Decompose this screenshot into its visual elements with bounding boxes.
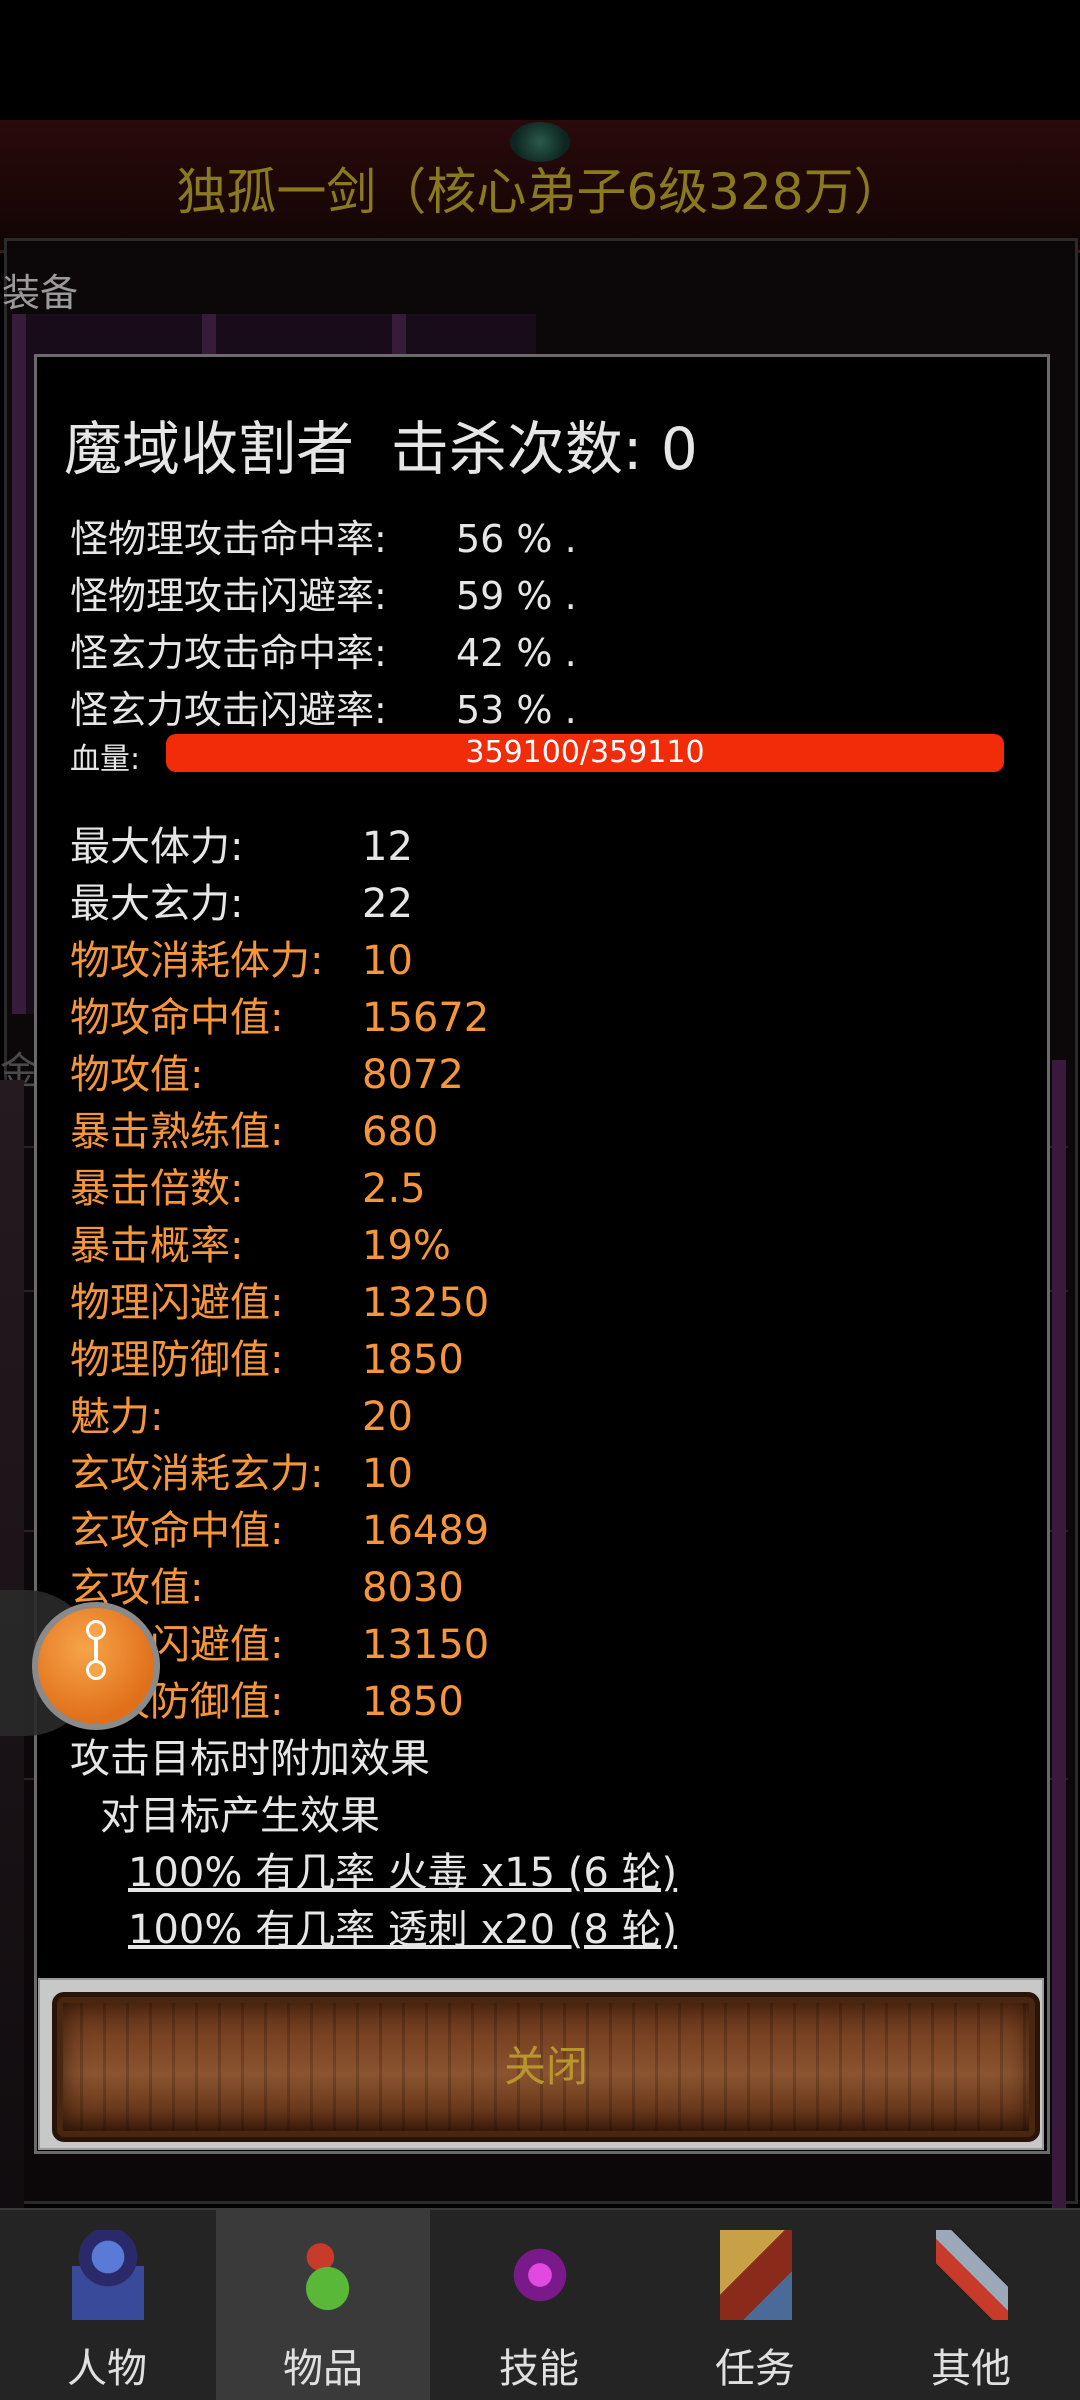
stat-row: 暴击熟练值: 680	[70, 1099, 438, 1157]
close-button-label: 关闭	[503, 2042, 588, 2091]
stat-value: 13250	[362, 1280, 490, 1326]
stat-label: 物理防御值:	[70, 1337, 284, 1383]
stat-value: 10	[362, 938, 413, 984]
stat-label: 魅力:	[70, 1394, 164, 1440]
stat-label: 暴击倍数:	[70, 1166, 244, 1212]
stat-label: 物攻值:	[70, 1052, 204, 1098]
stat-row: 最大体力: 12	[70, 814, 413, 872]
equipment-label: 装备	[2, 271, 79, 315]
stat-value: 8030	[362, 1565, 464, 1611]
stat-value: 680	[362, 1109, 439, 1155]
kill-count-label: 击杀次数:	[390, 415, 643, 483]
hp-value: 359100/359110	[465, 735, 705, 770]
hp-label: 血量:	[70, 742, 141, 777]
stat-label: 最大体力:	[70, 824, 244, 870]
kill-count: 0	[660, 415, 698, 483]
rate-label: 怪玄力攻击命中率:	[70, 631, 387, 675]
character-title: 独孤一剑（核心弟子6级328万）	[176, 163, 904, 221]
stat-row: 玄攻消耗玄力: 10	[70, 1441, 413, 1499]
stat-label: 暴击熟练值:	[70, 1109, 284, 1155]
stat-value: 10	[362, 1451, 413, 1497]
stat-value: 2.5	[362, 1166, 426, 1212]
hit-rate-row: 怪物理攻击命中率: 56 % .	[70, 508, 577, 563]
stat-label: 物理闪避值:	[70, 1280, 284, 1326]
nav-tab-label: 物品	[283, 2346, 363, 2392]
stat-label: 玄攻命中值:	[70, 1508, 284, 1554]
rate-value: 59 % .	[456, 574, 577, 618]
stat-label: 物攻消耗体力:	[70, 938, 324, 984]
stat-value: 22	[362, 881, 413, 927]
nav-tab-label: 任务	[715, 2346, 795, 2392]
effects-subtitle: 对目标产生效果	[100, 1793, 380, 1839]
stat-value: 13150	[362, 1622, 490, 1668]
stat-row: 玄攻命中值: 16489	[70, 1498, 489, 1556]
floating-dot-icon	[86, 1660, 106, 1680]
character-icon	[72, 2230, 144, 2320]
nav-tab-label: 其他	[931, 2346, 1011, 2392]
stat-value: 12	[362, 824, 413, 870]
nav-tab-character[interactable]: 人物	[0, 2208, 214, 2400]
nav-tab-label: 人物	[67, 2346, 147, 2392]
stat-row: 暴击概率: 19%	[70, 1213, 451, 1271]
stat-value: 1850	[362, 1679, 464, 1725]
stat-label: 最大玄力:	[70, 881, 244, 927]
stat-row: 物攻消耗体力: 10	[70, 928, 413, 986]
close-button[interactable]: 关闭	[52, 1992, 1040, 2142]
floating-dot-icon	[86, 1620, 106, 1640]
hit-rate-row: 怪玄力攻击命中率: 42 % .	[70, 622, 577, 677]
rate-value: 56 % .	[456, 517, 577, 561]
rate-value: 53 % .	[456, 688, 577, 732]
nav-tab-skills[interactable]: 技能	[432, 2208, 646, 2400]
stat-row: 最大玄力: 22	[70, 871, 413, 929]
skill-icon	[504, 2230, 576, 2320]
nav-tab-label: 技能	[499, 2346, 579, 2392]
nav-tab-other[interactable]: 其他	[864, 2208, 1078, 2400]
stat-row: 暴击倍数: 2.5	[70, 1156, 426, 1214]
monster-name: 魔域收割者	[64, 415, 355, 483]
stat-row: 物理闪避值: 13250	[70, 1270, 489, 1328]
rate-label: 怪物理攻击闪避率:	[70, 574, 387, 618]
effects-title: 攻击目标时附加效果	[70, 1736, 430, 1782]
stat-label: 玄攻消耗玄力:	[70, 1451, 324, 1497]
item-potion-icon	[288, 2230, 360, 2320]
effect-link-fire-poison[interactable]: 100% 有几率 火毒 x15 (6 轮)	[128, 1840, 677, 1898]
right-edge-decor	[1052, 1060, 1066, 2220]
stat-row: 魅力: 20	[70, 1384, 413, 1442]
stat-row: 物理防御值: 1850	[70, 1327, 464, 1385]
hp-bar: 359100/359110	[166, 734, 1004, 772]
rate-label: 怪玄力攻击闪避率:	[70, 688, 387, 732]
stat-value: 16489	[362, 1508, 490, 1554]
stat-value: 8072	[362, 1052, 464, 1098]
nav-tab-items[interactable]: 物品	[216, 2208, 430, 2400]
hit-rate-row: 怪玄力攻击闪避率: 53 % .	[70, 679, 577, 734]
stat-row: 物攻值: 8072	[70, 1042, 464, 1100]
rate-value: 42 % .	[456, 631, 577, 675]
stat-value: 20	[362, 1394, 413, 1440]
hit-rate-row: 怪物理攻击闪避率: 59 % .	[70, 565, 577, 620]
stat-value: 15672	[362, 995, 490, 1041]
stat-label: 暴击概率:	[70, 1223, 244, 1269]
effect-link-pierce[interactable]: 100% 有几率 透刺 x20 (8 轮)	[128, 1897, 677, 1955]
game-screen: 独孤一剑（核心弟子6级328万） 装备 金币 244 烈炎 魔域 割者 天圣 混…	[0, 0, 1080, 2400]
nav-tab-quests[interactable]: 任务	[648, 2208, 862, 2400]
stat-row: 物攻命中值: 15672	[70, 985, 489, 1043]
stat-label: 物攻命中值:	[70, 995, 284, 1041]
stat-value: 19%	[362, 1223, 451, 1269]
other-icon	[936, 2230, 1008, 2320]
dialog-title: 魔域收割者 击杀次数: 0	[64, 402, 698, 486]
quest-icon	[720, 2230, 792, 2320]
rate-label: 怪物理攻击命中率:	[70, 517, 387, 561]
stat-row: 玄攻值: 8030	[70, 1555, 464, 1613]
stat-value: 1850	[362, 1337, 464, 1383]
